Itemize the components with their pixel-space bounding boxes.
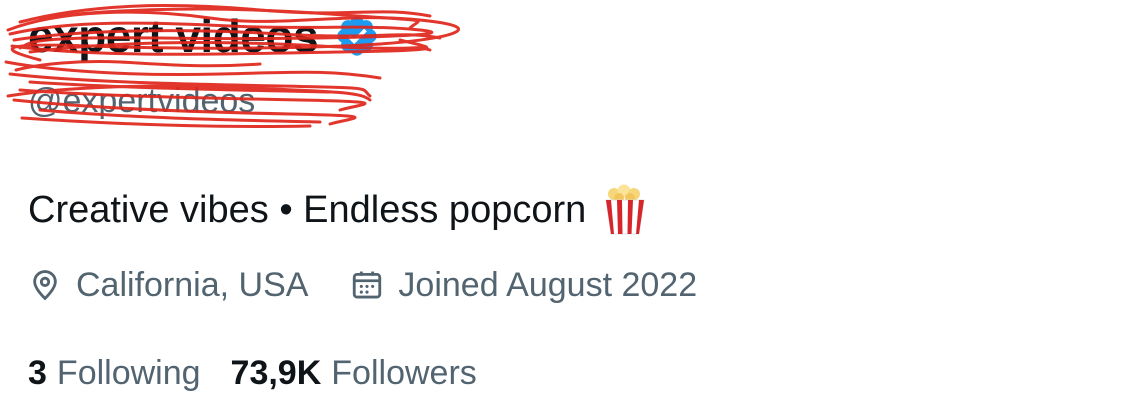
location-pin-icon <box>28 268 62 302</box>
bio-text: Creative vibes • Endless popcorn <box>28 188 587 231</box>
join-date-text: Joined August 2022 <box>398 265 698 304</box>
bio: Creative vibes • Endless popcorn <box>28 184 648 236</box>
verified-badge-icon[interactable] <box>334 13 380 59</box>
followers-label: Followers <box>331 353 477 392</box>
join-date: Joined August 2022 <box>350 266 697 305</box>
popcorn-icon <box>602 184 648 236</box>
profile-meta: California, USA Joined August 2022 <box>28 262 697 308</box>
following-link[interactable]: 3 Following <box>28 354 201 393</box>
profile-header: expert videos @expertvideos Creative vib… <box>0 0 1124 416</box>
location-text: California, USA <box>76 265 309 304</box>
followers-count: 73,9K <box>230 353 322 392</box>
name-row: expert videos <box>28 0 380 72</box>
handle: @expertvideos <box>28 82 256 120</box>
location: California, USA <box>28 266 308 305</box>
follow-stats: 3 Following 73,9K Followers <box>28 350 477 396</box>
display-name: expert videos <box>28 10 319 62</box>
following-label: Following <box>56 353 201 392</box>
calendar-icon <box>350 268 384 302</box>
following-count: 3 <box>28 353 47 392</box>
followers-link[interactable]: 73,9K Followers <box>231 354 477 393</box>
